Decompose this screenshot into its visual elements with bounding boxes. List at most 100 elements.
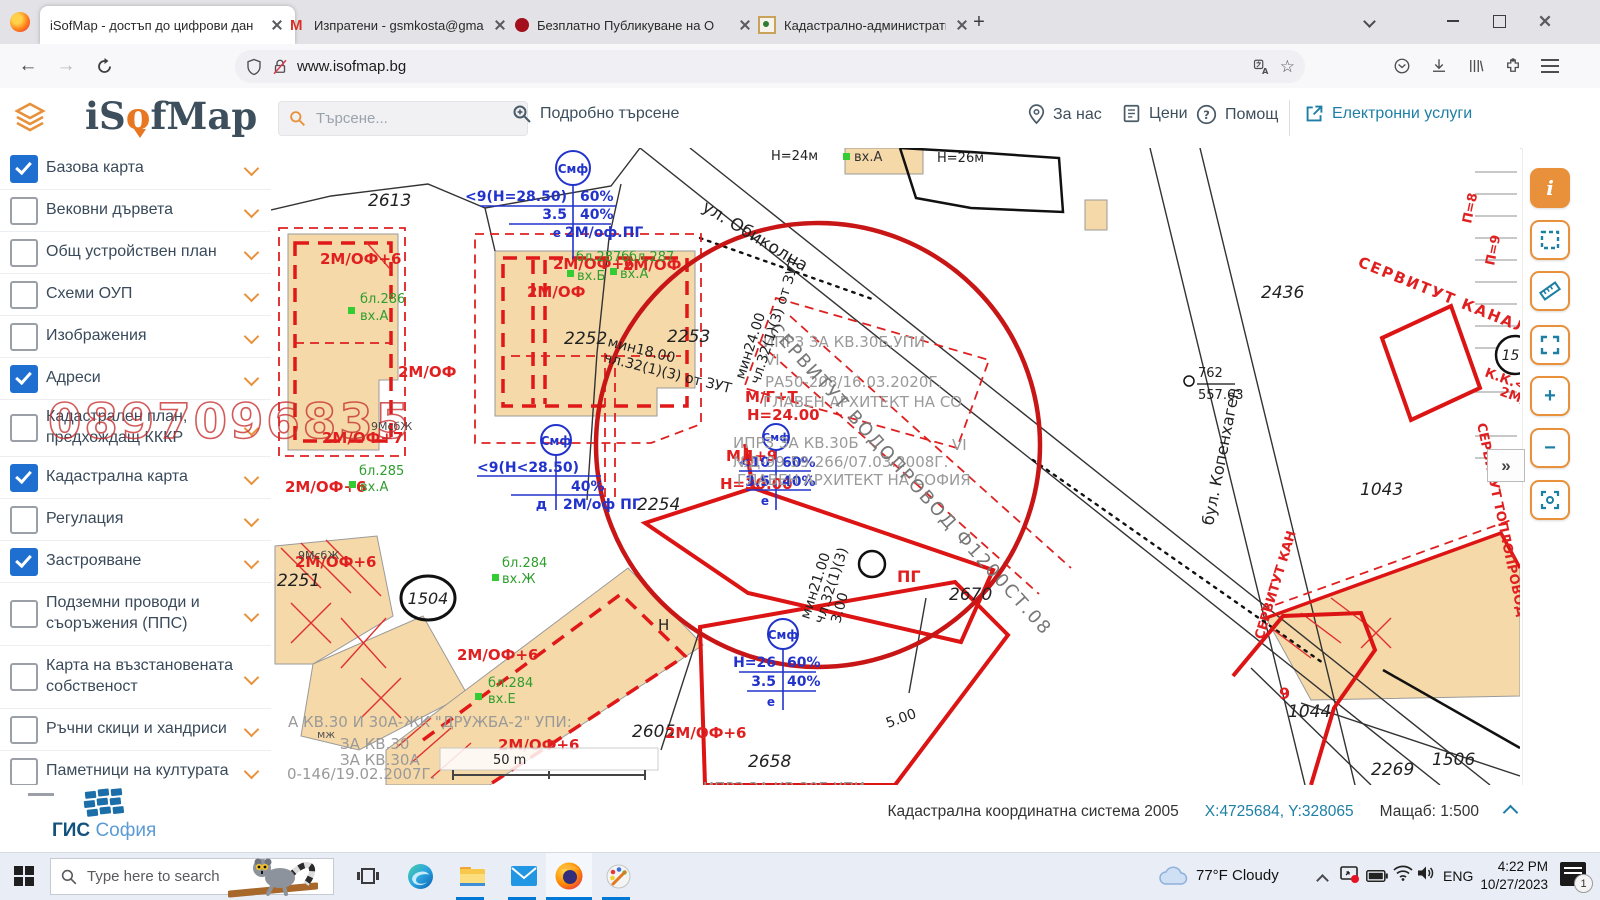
layer-checkbox[interactable] <box>10 758 38 786</box>
layer-checkbox[interactable] <box>10 663 38 691</box>
extensions-icon[interactable] <box>1499 52 1527 80</box>
translate-icon[interactable]: A <box>1252 58 1272 76</box>
layer-checkbox[interactable] <box>10 600 38 628</box>
site-logo[interactable]: iSofMap <box>85 94 257 138</box>
action-center-icon[interactable]: 1 <box>1560 862 1586 886</box>
language-indicator[interactable]: ENG <box>1443 868 1473 884</box>
volume-icon[interactable] <box>1417 865 1435 886</box>
firefox-taskbar-button[interactable] <box>546 853 592 899</box>
edge-icon[interactable] <box>404 860 436 892</box>
forward-button[interactable]: → <box>52 52 80 80</box>
chevron-down-icon[interactable] <box>244 722 260 738</box>
library-icon[interactable] <box>1462 52 1490 80</box>
layer-checkbox[interactable] <box>10 464 38 492</box>
clock[interactable]: 4:22 PM 10/27/2023 <box>1480 858 1548 894</box>
layer-checkbox[interactable] <box>10 506 38 534</box>
task-view-button[interactable] <box>352 860 384 892</box>
chevron-down-icon[interactable] <box>244 161 260 177</box>
nav-about[interactable]: За нас <box>1028 104 1102 125</box>
tab-isofmap[interactable]: iSofMap - достъп до цифрови дан <box>40 6 295 44</box>
gis-sofia-logo[interactable]: ГИС София <box>52 788 156 842</box>
layer-shemi-oup[interactable]: Схеми ОУП <box>0 274 271 316</box>
site-search[interactable] <box>278 101 528 136</box>
chevron-down-icon[interactable] <box>244 669 260 685</box>
chevron-down-icon[interactable] <box>244 203 260 219</box>
weather-text[interactable]: 77°F Cloudy <box>1196 867 1279 884</box>
chevron-down-icon[interactable] <box>244 371 260 387</box>
layers-icon[interactable] <box>12 100 48 141</box>
layer-checkbox[interactable] <box>10 716 38 744</box>
layer-checkbox[interactable] <box>10 365 38 393</box>
layer-checkbox[interactable] <box>10 281 38 309</box>
nav-help[interactable]: ? Помощ <box>1196 104 1278 125</box>
tab-gmail[interactable]: M Изпратени - gsmkosta@gmail. <box>280 6 518 44</box>
chevron-down-icon[interactable] <box>244 470 260 486</box>
panel-expand-button[interactable]: » <box>1487 449 1525 482</box>
map-canvas[interactable]: 2613 2252 2253 2254 2251 2605 2658 2670 … <box>271 148 1520 785</box>
chevron-down-icon[interactable] <box>244 420 260 436</box>
zoom-in-button[interactable]: + <box>1530 376 1570 416</box>
restore-button[interactable] <box>1482 6 1516 36</box>
close-button[interactable] <box>1528 6 1562 36</box>
downloads-icon[interactable] <box>1425 52 1453 80</box>
new-tab-button[interactable]: + <box>966 10 992 36</box>
layer-kvs[interactable]: Карта на възстановената собственост <box>0 646 271 709</box>
back-button[interactable]: ← <box>14 52 42 80</box>
layer-vekovni-darveta[interactable]: Вековни дървета <box>0 190 271 232</box>
tab-cadastre[interactable]: Кадастрално-административн <box>748 6 980 44</box>
chevron-down-icon[interactable] <box>244 606 260 622</box>
chevron-down-icon[interactable] <box>244 329 260 345</box>
weather-icon[interactable] <box>1158 864 1188 891</box>
collapse-statusbar-icon[interactable] <box>1503 804 1519 820</box>
tab-publish[interactable]: Безплатно Публикуване на О <box>505 6 763 44</box>
wifi-icon[interactable] <box>1393 865 1413 886</box>
layer-zastroyavane[interactable]: Застрояване <box>0 541 271 583</box>
search-input[interactable] <box>314 109 478 128</box>
locate-button[interactable] <box>1530 480 1570 520</box>
chevron-down-icon[interactable] <box>244 512 260 528</box>
layer-pps[interactable]: Подземни проводи и съоръжения (ППС) <box>0 583 271 646</box>
nav-eservices[interactable]: Електронни услуги <box>1305 104 1472 123</box>
zoom-out-button[interactable]: − <box>1530 428 1570 468</box>
chevron-down-icon[interactable] <box>244 245 260 261</box>
layer-checkbox[interactable] <box>10 155 38 183</box>
layer-kadastralen-plan[interactable]: Кадастрален план, предхождащ КККР <box>0 400 271 457</box>
layer-checkbox[interactable] <box>10 323 38 351</box>
file-explorer-icon[interactable] <box>456 860 488 892</box>
advanced-search-link[interactable]: Подробно търсене <box>512 104 679 124</box>
start-button[interactable] <box>14 866 34 891</box>
nav-prices[interactable]: Цени <box>1122 104 1188 123</box>
battery-icon[interactable] <box>1366 869 1388 887</box>
layer-oup[interactable]: Общ устройствен план <box>0 232 271 274</box>
layer-kadastralna-karta[interactable]: Кадастрална карта <box>0 457 271 499</box>
select-area-button[interactable] <box>1530 220 1570 260</box>
layer-bazova-karta[interactable]: Базова карта <box>0 148 271 190</box>
tabs-list-button[interactable] <box>1352 6 1386 36</box>
info-tool-button[interactable]: i <box>1530 168 1570 208</box>
layer-regulatsiya[interactable]: Регулация <box>0 499 271 541</box>
insecure-lock-icon[interactable] <box>271 57 289 77</box>
layer-checkbox[interactable] <box>10 548 38 576</box>
layer-checkbox[interactable] <box>10 197 38 225</box>
url-bar[interactable]: www.isofmap.bg A ☆ <box>235 50 1305 83</box>
chevron-down-icon[interactable] <box>244 287 260 303</box>
minimize-button[interactable] <box>1436 6 1470 36</box>
bookmark-star-icon[interactable]: ☆ <box>1280 57 1295 77</box>
mail-icon[interactable] <box>508 860 540 892</box>
measure-button[interactable] <box>1530 271 1570 311</box>
chevron-down-icon[interactable] <box>244 554 260 570</box>
layer-izobrazheniya[interactable]: Изображения <box>0 316 271 358</box>
tray-expand-icon[interactable] <box>1318 872 1327 890</box>
layer-checkbox[interactable] <box>10 414 38 442</box>
meet-now-icon[interactable] <box>1340 866 1360 889</box>
shield-icon[interactable] <box>245 57 263 77</box>
layer-skitsi[interactable]: Ръчни скици и хандриси <box>0 709 271 751</box>
paint-icon[interactable] <box>602 860 634 892</box>
fit-extent-button[interactable] <box>1530 325 1570 365</box>
layer-adresi[interactable]: Адреси <box>0 358 271 400</box>
layer-checkbox[interactable] <box>10 239 38 267</box>
chevron-down-icon[interactable] <box>244 764 260 780</box>
menu-icon[interactable] <box>1536 52 1564 80</box>
pocket-icon[interactable] <box>1388 52 1416 80</box>
reload-button[interactable] <box>90 52 118 80</box>
